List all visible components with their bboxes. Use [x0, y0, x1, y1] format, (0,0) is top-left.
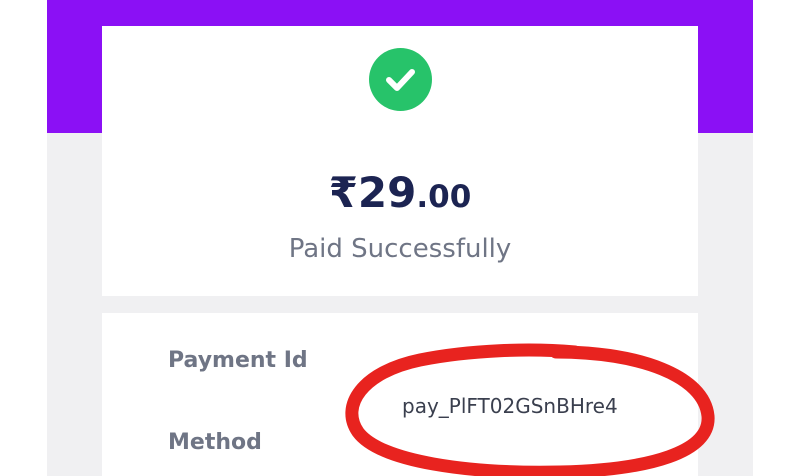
payment-status-text: Paid Successfully [288, 234, 512, 264]
payment-success-screen: ₹29.00 Paid Successfully Payment Id pay_… [47, 0, 753, 476]
amount-whole: 29 [357, 168, 417, 217]
amount-decimals: .00 [416, 179, 472, 215]
success-checkmark-icon [369, 48, 432, 111]
checkmark-icon [386, 69, 415, 91]
payment-summary-card: ₹29.00 Paid Successfully [102, 26, 698, 296]
payment-id-value[interactable]: pay_PlFT02GSnBHre4 [402, 392, 618, 420]
currency-symbol: ₹ [328, 168, 358, 217]
payment-details-card: Payment Id pay_PlFT02GSnBHre4 Method [102, 313, 698, 476]
payment-amount: ₹29.00 [102, 164, 698, 226]
payment-id-label: Payment Id [168, 348, 308, 373]
method-label: Method [168, 430, 262, 455]
